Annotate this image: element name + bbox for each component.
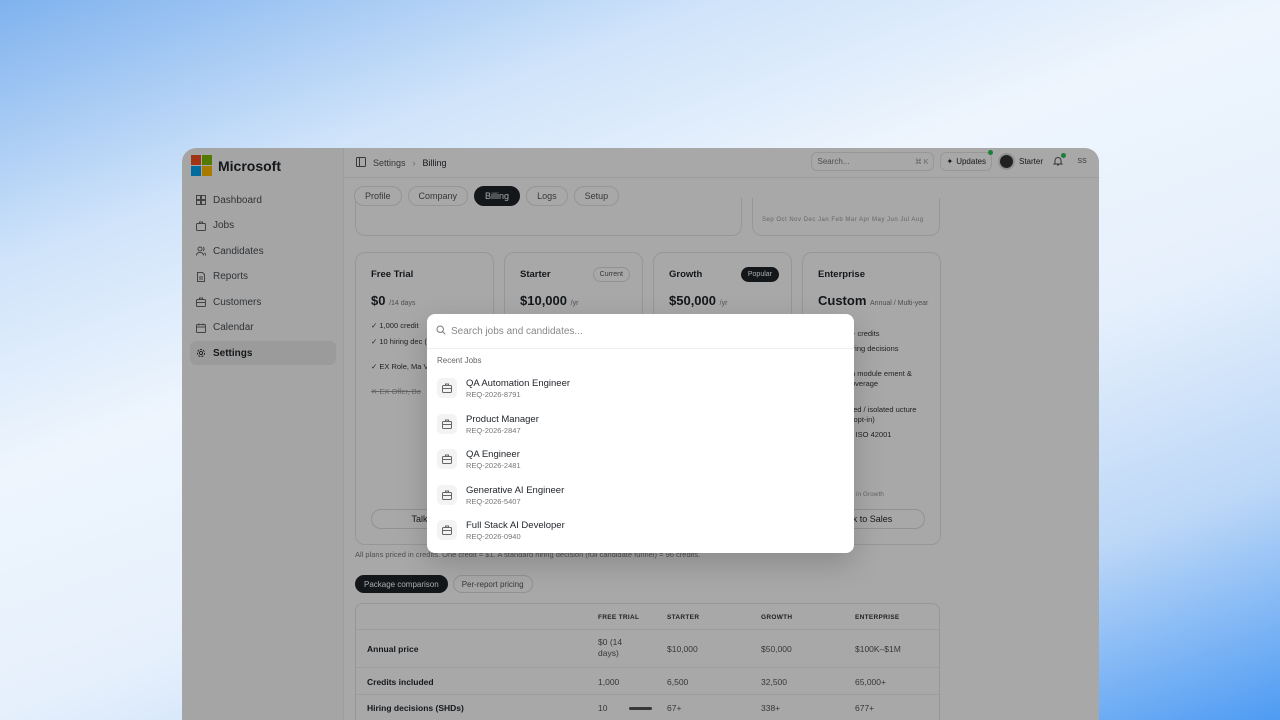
job-title: QA Engineer xyxy=(466,448,520,460)
briefcase-icon xyxy=(437,449,457,469)
job-req-id: REQ-2026-2481 xyxy=(466,460,521,470)
job-req-id: REQ-2026-8791 xyxy=(466,389,521,399)
command-palette: Recent Jobs QA Automation Engineer REQ-2… xyxy=(427,314,854,553)
briefcase-icon xyxy=(437,520,457,540)
recent-jobs-heading: Recent Jobs xyxy=(437,356,482,365)
briefcase-icon xyxy=(437,378,457,398)
palette-search-bar xyxy=(427,314,854,349)
briefcase-icon xyxy=(437,485,457,505)
job-title: QA Automation Engineer xyxy=(466,377,571,389)
job-req-id: REQ-2026-5407 xyxy=(466,496,521,506)
list-item[interactable]: QA Engineer REQ-2026-2481 xyxy=(437,444,844,474)
list-item[interactable]: Product Manager REQ-2026-2847 xyxy=(437,409,844,439)
list-item[interactable]: Full Stack AI Developer REQ-2026-0940 xyxy=(437,515,844,545)
job-title: Product Manager xyxy=(466,413,539,425)
job-req-id: REQ-2026-2847 xyxy=(466,425,521,435)
palette-search-input[interactable] xyxy=(451,325,831,337)
job-title: Generative AI Engineer xyxy=(466,484,565,496)
briefcase-icon xyxy=(437,414,457,434)
list-item[interactable]: QA Automation Engineer REQ-2026-8791 xyxy=(437,373,844,403)
list-item[interactable]: Generative AI Engineer REQ-2026-5407 xyxy=(437,480,844,510)
search-icon xyxy=(436,322,446,340)
job-title: Full Stack AI Developer xyxy=(466,519,565,531)
job-req-id: REQ-2026-0940 xyxy=(466,531,521,541)
